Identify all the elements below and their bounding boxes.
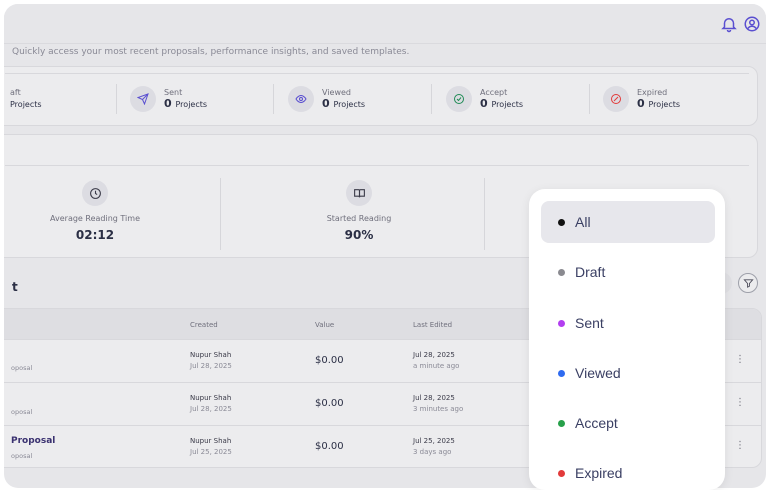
stat-expired[interactable]: Expired 0 Projects <box>603 82 680 116</box>
row-subtitle: oposal <box>11 364 33 372</box>
filter-option-viewed[interactable]: Viewed <box>541 352 715 394</box>
book-icon <box>346 180 372 206</box>
expired-icon <box>603 86 629 112</box>
filter-option-label: Sent <box>575 315 604 331</box>
row-creator: Nupur Shah <box>190 351 232 359</box>
metric-started-reading: Started Reading 90% <box>298 180 420 242</box>
bell-icon[interactable] <box>720 15 738 33</box>
row-creator: Nupur Shah <box>190 394 232 402</box>
clock-icon <box>82 180 108 206</box>
stat-unit: Projects <box>648 100 681 109</box>
divider <box>589 84 590 114</box>
row-edited-date: Jul 28, 2025 <box>413 351 455 359</box>
stat-draft[interactable]: aft Projects <box>10 82 42 116</box>
status-dot <box>558 319 565 327</box>
send-icon <box>130 86 156 112</box>
stat-label: Expired <box>637 88 668 97</box>
more-options-icon[interactable]: ⋮ <box>735 354 745 365</box>
stat-count: 0 <box>164 97 172 110</box>
column-last-edited[interactable]: Last Edited <box>413 321 452 329</box>
status-dot <box>558 419 565 427</box>
row-edited-ago: 3 days ago <box>413 448 452 456</box>
more-options-icon[interactable]: ⋮ <box>735 440 745 451</box>
stat-count: 0 <box>480 97 488 110</box>
filter-option-label: Expired <box>575 465 623 481</box>
stat-label: Viewed <box>322 88 351 97</box>
user-circle-icon[interactable] <box>743 15 761 33</box>
row-value: $0.00 <box>315 355 344 366</box>
row-created-date: Jul 28, 2025 <box>190 405 232 413</box>
filter-option-expired[interactable]: Expired <box>541 452 715 490</box>
metric-label: Average Reading Time <box>50 214 140 223</box>
filter-option-label: Viewed <box>575 365 621 381</box>
filter-option-label: Accept <box>575 415 618 431</box>
divider <box>5 73 749 74</box>
row-value: $0.00 <box>315 398 344 409</box>
top-bar <box>4 4 766 44</box>
filter-option-draft[interactable]: Draft <box>541 251 715 293</box>
status-dot <box>558 218 565 226</box>
eye-icon <box>288 86 314 112</box>
stat-accept[interactable]: Accept 0 Projects <box>446 82 523 116</box>
metric-value: 02:12 <box>75 228 115 242</box>
stat-count: 0 <box>637 97 645 110</box>
row-edited-ago: a minute ago <box>413 362 460 370</box>
filter-option-sent[interactable]: Sent <box>541 302 715 344</box>
row-subtitle: oposal <box>11 452 33 460</box>
status-filter-dropdown: All Draft Sent Viewed Accept Expired <box>529 189 725 490</box>
row-edited-date: Jul 25, 2025 <box>413 437 455 445</box>
filter-icon <box>742 274 754 293</box>
stat-unit: Projects <box>491 100 524 109</box>
metric-value: 90% <box>344 228 374 242</box>
row-edited-ago: 3 minutes ago <box>413 405 464 413</box>
row-value: $0.00 <box>315 441 344 452</box>
column-value[interactable]: Value <box>315 321 334 329</box>
divider <box>5 165 749 166</box>
stat-label: Accept <box>480 88 508 97</box>
stat-unit: Projects <box>175 100 208 109</box>
divider <box>116 84 117 114</box>
row-subtitle: oposal <box>11 408 33 416</box>
filter-button[interactable] <box>738 273 758 293</box>
status-dot <box>558 469 565 477</box>
row-name[interactable]: Proposal <box>11 436 55 446</box>
row-created-date: Jul 28, 2025 <box>190 362 232 370</box>
filter-option-accept[interactable]: Accept <box>541 402 715 444</box>
row-creator: Nupur Shah <box>190 437 232 445</box>
check-circle-icon <box>446 86 472 112</box>
stat-sent[interactable]: Sent 0 Projects <box>130 82 207 116</box>
stat-unit: Projects <box>333 100 366 109</box>
filter-option-all[interactable]: All <box>541 201 715 243</box>
column-created[interactable]: Created <box>190 321 218 329</box>
filter-option-label: All <box>575 214 591 230</box>
stat-label: Sent <box>164 88 183 97</box>
stat-viewed[interactable]: Viewed 0 Projects <box>288 82 365 116</box>
divider <box>431 84 432 114</box>
row-edited-date: Jul 28, 2025 <box>413 394 455 402</box>
metric-average-reading-time: Average Reading Time 02:12 <box>34 180 156 242</box>
stat-label: aft <box>10 88 21 97</box>
divider <box>484 178 485 250</box>
section-title: t <box>12 280 18 294</box>
filter-option-label: Draft <box>575 264 606 280</box>
metric-label: Started Reading <box>326 214 392 223</box>
status-dot <box>558 268 565 276</box>
row-created-date: Jul 25, 2025 <box>190 448 232 456</box>
status-dot <box>558 369 565 377</box>
divider <box>220 178 221 250</box>
stat-count: 0 <box>322 97 330 110</box>
overview-subtitle: Quickly access your most recent proposal… <box>12 47 410 57</box>
stat-unit: Projects <box>10 100 42 109</box>
more-options-icon[interactable]: ⋮ <box>735 397 745 408</box>
divider <box>273 84 274 114</box>
